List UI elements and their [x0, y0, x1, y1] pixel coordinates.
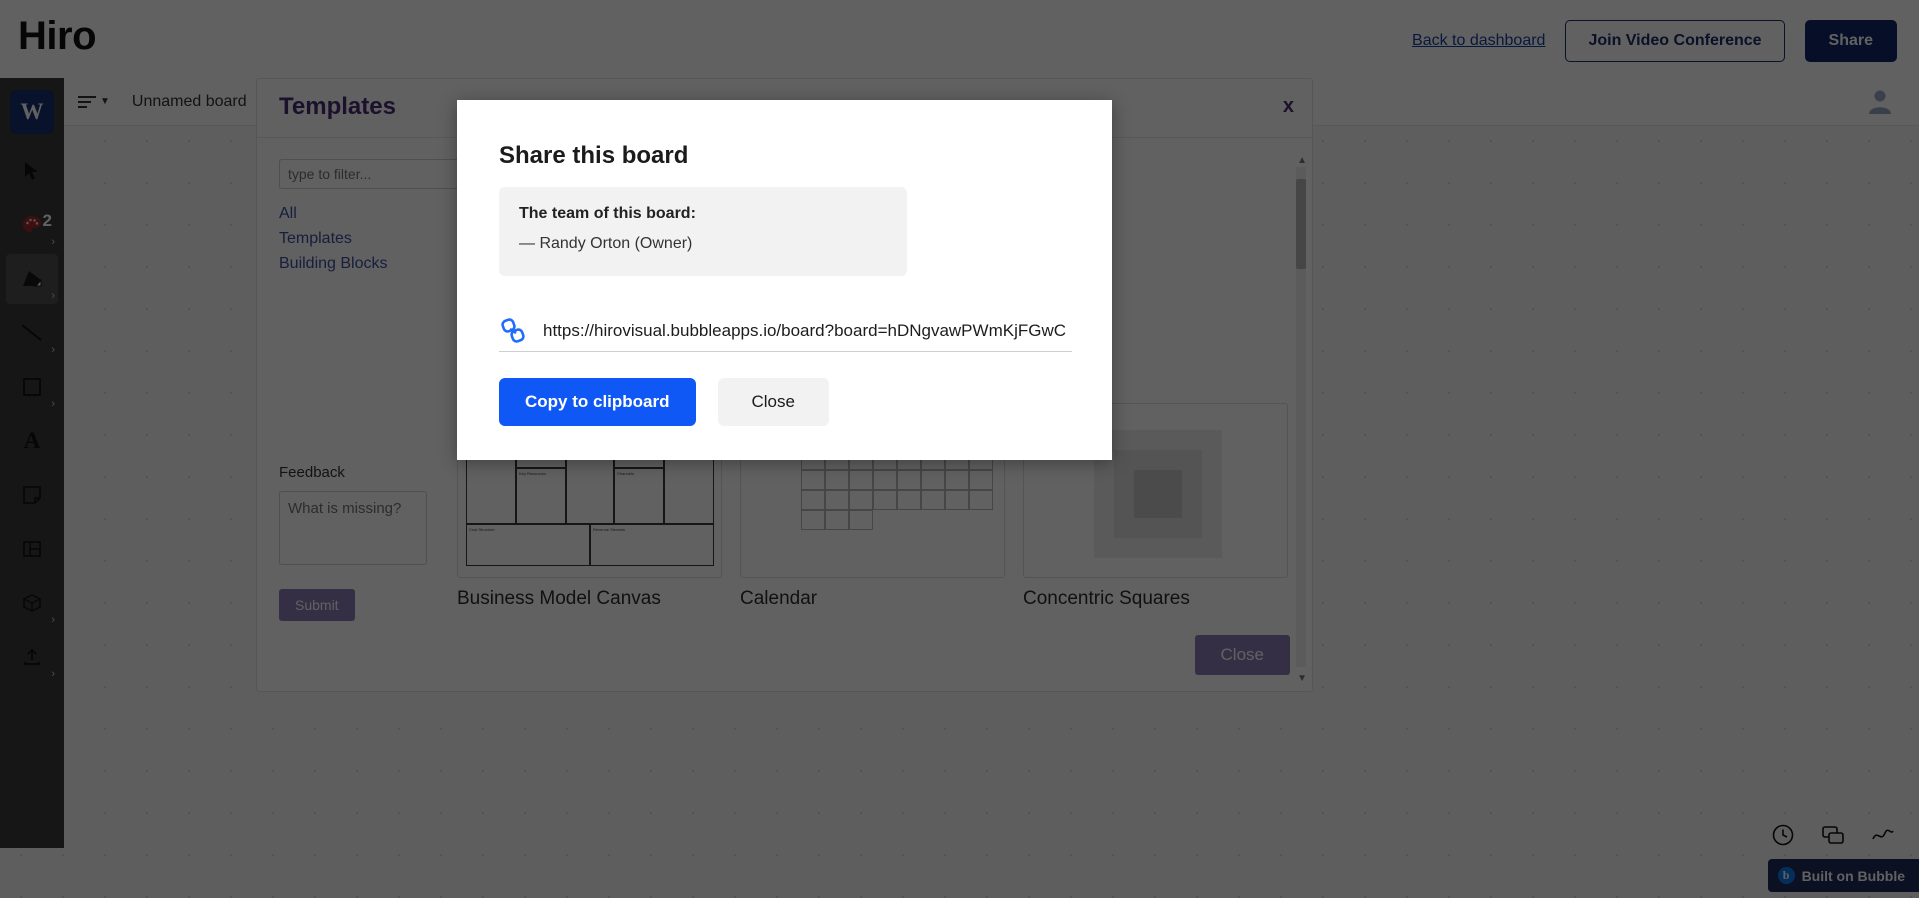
close-modal-button[interactable]: Close: [717, 378, 829, 426]
team-member: — Randy Orton (Owner): [519, 235, 693, 252]
app-root: Hiro Back to dashboard Join Video Confer…: [0, 0, 1919, 898]
chain-link-icon: [501, 317, 525, 343]
modal-actions: Copy to clipboard Close: [499, 378, 829, 426]
share-url-text[interactable]: https://hirovisual.bubbleapps.io/board?b…: [543, 321, 1072, 341]
share-url-row[interactable]: https://hirovisual.bubbleapps.io/board?b…: [499, 310, 1072, 352]
share-board-modal: Share this board The team of this board:…: [457, 100, 1112, 460]
modal-title: Share this board: [499, 142, 689, 169]
team-info-box: The team of this board: — Randy Orton (O…: [499, 187, 907, 276]
team-title: The team of this board:: [519, 205, 696, 222]
copy-to-clipboard-button[interactable]: Copy to clipboard: [499, 378, 696, 426]
